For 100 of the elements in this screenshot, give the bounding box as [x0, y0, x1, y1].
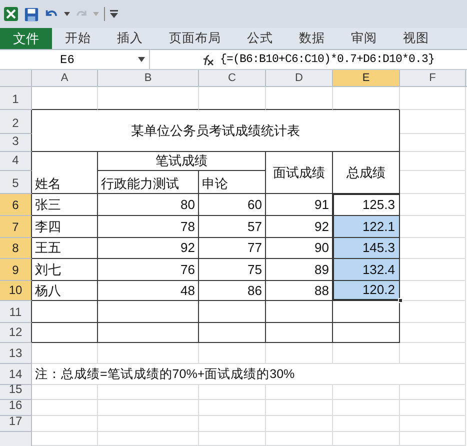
ribbon-tab[interactable]: 开始: [52, 28, 104, 49]
column-group-heading: 笔试成绩: [98, 152, 266, 171]
row-header[interactable]: 9: [0, 259, 32, 281]
table-cell: 60: [199, 194, 266, 216]
empty-cell: [266, 416, 333, 432]
row-header[interactable]: 2: [0, 110, 32, 134]
table-cell: 92: [98, 238, 199, 259]
empty-cell: [400, 110, 466, 134]
column-header[interactable]: A: [32, 70, 98, 87]
table-cell[interactable]: 120.2: [332, 281, 400, 301]
formula-text[interactable]: {=(B6:B10+C6:C10)*0.7+D6:D10*0.3}: [220, 50, 435, 68]
row-header[interactable]: 1: [0, 87, 32, 110]
table-cell: 76: [98, 259, 199, 281]
empty-cell: [266, 343, 333, 364]
table-cell: 80: [98, 194, 199, 216]
table-cell: 77: [199, 238, 266, 259]
row-header[interactable]: 17: [0, 416, 32, 432]
row-header[interactable]: 11: [0, 301, 32, 323]
column-header[interactable]: E: [333, 70, 400, 87]
caret-icon[interactable]: [64, 12, 70, 16]
empty-cell: [266, 432, 333, 446]
table-cell: [32, 323, 98, 343]
column-heading: 行政能力测试: [98, 171, 199, 194]
row-header[interactable]: 6: [0, 194, 32, 216]
ribbon-tab[interactable]: 数据: [286, 28, 338, 49]
table-cell: [266, 323, 333, 343]
empty-cell: [199, 400, 266, 416]
row-header[interactable]: 5: [0, 171, 32, 194]
table-cell: [333, 323, 400, 343]
column-heading: 姓名: [32, 152, 98, 194]
table-cell: 张三: [32, 194, 98, 216]
row-header[interactable]: 14: [0, 364, 32, 385]
row-header[interactable]: 8: [0, 238, 32, 259]
empty-cell: [266, 87, 333, 110]
table-cell: 杨八: [32, 281, 98, 301]
column-heading: 申论: [199, 171, 266, 194]
empty-cell: [400, 400, 466, 416]
fill-handle[interactable]: [398, 298, 403, 303]
empty-cell: [266, 385, 333, 400]
row-header[interactable]: 15: [0, 385, 32, 400]
save-icon[interactable]: [24, 6, 39, 22]
ribbon-tab[interactable]: 页面布局: [156, 28, 234, 49]
empty-cell: [400, 416, 466, 432]
row-header[interactable]: 4: [0, 152, 32, 171]
table-cell[interactable]: 145.3: [332, 238, 400, 259]
table-cell: 王五: [32, 238, 98, 259]
column-header[interactable]: D: [266, 70, 333, 87]
table-cell: [333, 301, 400, 323]
ribbon-tab[interactable]: 插入: [104, 28, 156, 49]
table-cell: [266, 301, 333, 323]
table-title: 某单位公务员考试成绩统计表: [32, 110, 400, 152]
table-cell[interactable]: 125.3: [332, 193, 400, 216]
row-header[interactable]: 7: [0, 216, 32, 238]
empty-cell: [199, 416, 266, 432]
row-header[interactable]: 13: [0, 343, 32, 364]
table-cell[interactable]: 122.1: [332, 216, 400, 238]
ribbon-tab[interactable]: 视图: [390, 28, 442, 49]
ribbon-tab[interactable]: 公式: [234, 28, 286, 49]
empty-cell: [400, 343, 466, 364]
empty-cell: [333, 87, 400, 110]
empty-cell: [199, 87, 266, 110]
note-text: 注：总成绩=笔试成绩的70%+面试成绩的30%: [32, 364, 400, 385]
empty-cell: [199, 432, 266, 446]
table-cell: 48: [98, 281, 199, 301]
empty-cell: [400, 432, 466, 446]
row-header[interactable]: 12: [0, 323, 32, 343]
file-tab[interactable]: 文件: [0, 28, 52, 49]
column-header[interactable]: C: [199, 70, 266, 87]
empty-cell: [400, 134, 466, 152]
row-header[interactable]: 10: [0, 281, 32, 301]
empty-cell: [400, 364, 466, 385]
row-header[interactable]: 3: [0, 134, 32, 152]
table-cell: 57: [199, 216, 266, 238]
empty-cell: [333, 400, 400, 416]
table-cell[interactable]: 132.4: [332, 259, 400, 281]
empty-cell: [199, 343, 266, 364]
name-box[interactable]: E6: [0, 50, 150, 69]
table-cell: [199, 323, 266, 343]
ribbon-tab[interactable]: 审阅: [338, 28, 390, 49]
column-heading: 面试成绩: [266, 152, 333, 194]
empty-cell: [333, 432, 400, 446]
customize-toolbar-icon[interactable]: [110, 10, 118, 18]
table-cell: 刘七: [32, 259, 98, 281]
empty-cell: [333, 416, 400, 432]
row-header[interactable]: 16: [0, 400, 32, 416]
empty-cell: [400, 385, 466, 400]
column-header[interactable]: F: [400, 70, 466, 87]
table-cell: 78: [98, 216, 199, 238]
empty-cell: [333, 343, 400, 364]
column-header[interactable]: B: [98, 70, 199, 87]
empty-cell: [400, 152, 466, 171]
empty-cell: [333, 385, 400, 400]
dropdown-caret-icon[interactable]: [138, 57, 145, 62]
empty-cell: [266, 400, 333, 416]
empty-cell: [400, 87, 466, 110]
table-cell: 75: [199, 259, 266, 281]
table-cell: 86: [199, 281, 266, 301]
table-cell: 李四: [32, 216, 98, 238]
empty-cell: [199, 385, 266, 400]
spreadsheet-app-icon[interactable]: [3, 6, 19, 22]
